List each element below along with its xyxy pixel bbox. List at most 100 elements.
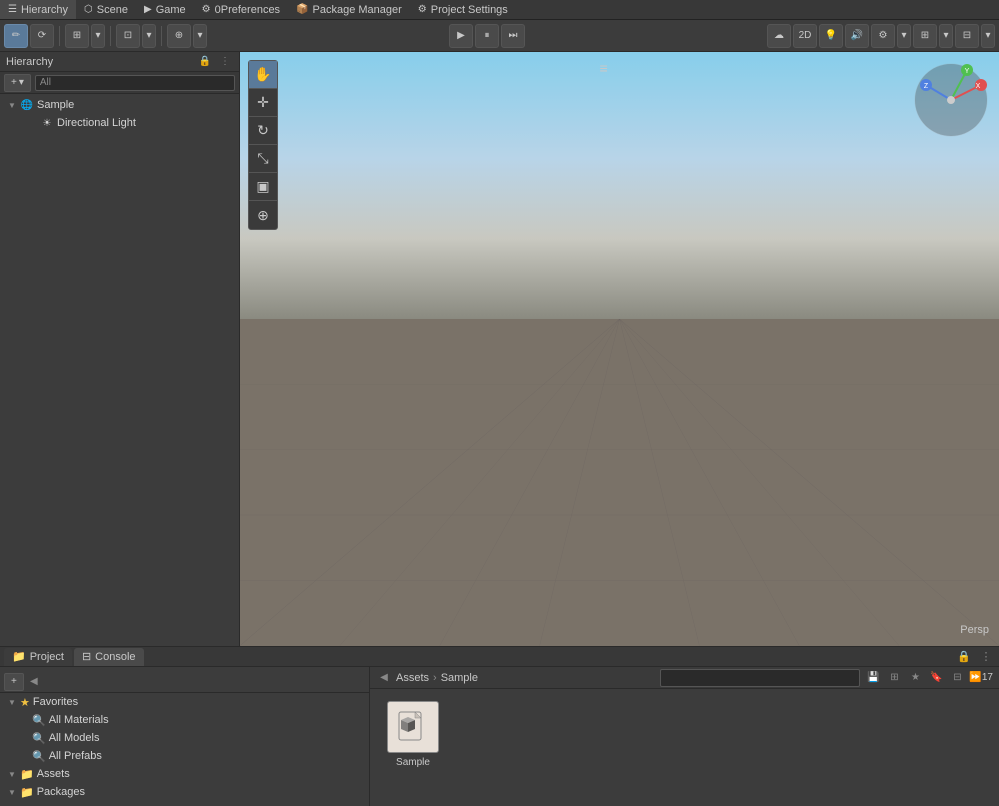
project-search-input[interactable] (660, 669, 860, 687)
proj-item-packages[interactable]: ▼ 📁 Packages (0, 783, 369, 801)
toolbar-2d-btn[interactable]: 2D (793, 24, 817, 48)
project-tab-icon: 📁 (12, 650, 26, 663)
project-sidebar-scroll: ▼ ★ Favorites 🔍 All Materials 🔍 All Mode… (0, 693, 369, 802)
menu-game[interactable]: ▶ Game (136, 0, 194, 19)
proj-bookmark-btn[interactable]: 🔖 (927, 669, 945, 687)
hierarchy-light-icon: ☀ (40, 116, 54, 130)
tool-transform-btn[interactable]: ⊕ (249, 201, 277, 229)
hierarchy-header: Hierarchy 🔒 ⋮ (0, 52, 239, 72)
proj-item-custom-nunit[interactable]: 📁 Custom NUnit (0, 801, 369, 802)
hierarchy-header-icons: 🔒 ⋮ (197, 54, 233, 70)
hierarchy-search[interactable]: All (35, 75, 235, 91)
toolbar-layers-drop-btn[interactable]: ▾ (939, 24, 953, 48)
tool-scale-btn[interactable]: ⤡ (249, 145, 277, 173)
toolbar-audio-btn[interactable]: 🔊 (845, 24, 869, 48)
main-toolbar: ✏ ⟳ ⊞ ▾ ⊡ ▾ ⊕ ▾ ▶ ⏸ ⏭ ☁ 2D 💡 🔊 ⚙ ▾ ⊞ ▾ ⊟… (0, 20, 999, 52)
toolbar-grid-btn[interactable]: ⊞ (65, 24, 89, 48)
toolbar-layout-btn[interactable]: ⊟ (955, 24, 979, 48)
hier-item-sample[interactable]: ▼ 🌐 Sample (0, 96, 239, 114)
toolbar-grid-drop-btn[interactable]: ▾ (91, 24, 105, 48)
proj-star-btn[interactable]: ★ (906, 669, 924, 687)
proj-slider-btn[interactable]: ⊟ (948, 669, 966, 687)
proj-count-badge: ⏩17 (969, 672, 993, 683)
project-lock-btn[interactable]: 🔒 (955, 648, 973, 666)
toolbar-gizmo-btn[interactable]: ⚙ (871, 24, 895, 48)
proj-item-all-models[interactable]: 🔍 All Models (0, 729, 369, 747)
hierarchy-content: ▼ 🌐 Sample ☀ Directional Light (0, 94, 239, 646)
main-area: Hierarchy 🔒 ⋮ + ▾ All ▼ 🌐 Sample ☀ (0, 52, 999, 646)
toolbar-pivot-drop-btn[interactable]: ▾ (193, 24, 207, 48)
scene-gizmo: X Y Z (911, 60, 991, 140)
scene-tools: ✋ ✛ ↻ ⤡ ▣ ⊕ (248, 60, 278, 230)
hierarchy-more-btn[interactable]: ⋮ (217, 54, 233, 70)
proj-save-btn[interactable]: 💾 (864, 669, 882, 687)
hierarchy-add-btn[interactable]: + ▾ (4, 74, 31, 92)
folder-icon-packages: 📁 (20, 786, 34, 799)
step-btn[interactable]: ⏭ (501, 24, 525, 48)
proj-arrow-packages: ▼ (8, 788, 20, 797)
project-right-icons: 💾 ⊞ ★ 🔖 ⊟ ⏩17 (864, 669, 993, 687)
package-icon: 📦 (296, 4, 308, 15)
hierarchy-icon: ☰ (8, 4, 17, 15)
hierarchy-tab-label[interactable]: Hierarchy (6, 56, 53, 68)
path-sample[interactable]: Sample (441, 672, 478, 684)
scene-hamburger-btn[interactable]: ≡ (600, 60, 608, 76)
scene-icon: ⬡ (84, 4, 93, 15)
tool-rect-btn[interactable]: ▣ (249, 173, 277, 201)
toolbar-light-btn[interactable]: 💡 (819, 24, 843, 48)
toolbar-gizmo-drop-btn[interactable]: ▾ (897, 24, 911, 48)
search-icon-materials: 🔍 (32, 714, 46, 727)
play-btn[interactable]: ▶ (449, 24, 473, 48)
tab-project[interactable]: 📁 Project (4, 648, 72, 666)
path-assets[interactable]: Assets (396, 672, 429, 684)
tool-move-btn[interactable]: ✛ (249, 89, 277, 117)
proj-layout-btn[interactable]: ⊞ (885, 669, 903, 687)
svg-text:X: X (976, 83, 981, 90)
proj-item-favorites[interactable]: ▼ ★ Favorites (0, 693, 369, 711)
toolbar-snap-drop-btn[interactable]: ▾ (142, 24, 156, 48)
path-separator: › (433, 672, 437, 684)
menu-package-manager[interactable]: 📦 Package Manager (288, 0, 410, 19)
project-path-bar: ◀ Assets › Sample 💾 ⊞ ★ 🔖 ⊟ ⏩17 (370, 667, 999, 689)
toolbar-layout-drop-btn[interactable]: ▾ (981, 24, 995, 48)
hierarchy-globe-icon: 🌐 (20, 98, 34, 112)
project-add-btn[interactable]: + (4, 673, 24, 691)
proj-item-all-materials[interactable]: 🔍 All Materials (0, 711, 369, 729)
menu-preferences[interactable]: ⚙ 0 Preferences (194, 0, 288, 19)
proj-arrow-favorites: ▼ (8, 698, 20, 707)
tool-rotate-btn[interactable]: ↻ (249, 117, 277, 145)
toolbar-collab-btn[interactable]: ☁ (767, 24, 791, 48)
star-icon: ★ (20, 696, 30, 709)
svg-text:Z: Z (924, 83, 929, 90)
toolbar-paint-btn[interactable]: ⟳ (30, 24, 54, 48)
toolbar-pivot-btn[interactable]: ⊕ (167, 24, 191, 48)
hierarchy-toolbar: + ▾ All (0, 72, 239, 94)
proj-item-assets[interactable]: ▼ 📁 Assets (0, 765, 369, 783)
project-more-btn[interactable]: ⋮ (977, 648, 995, 666)
scene-sky (240, 52, 999, 319)
bottom-area: 📁 Project ⊟ Console 🔒 ⋮ + ◀ ▼ (0, 646, 999, 806)
toolbar-snap-btn[interactable]: ⊡ (116, 24, 140, 48)
menu-project-settings[interactable]: ⚙ Project Settings (410, 0, 516, 19)
persp-label: Persp (960, 624, 989, 636)
tool-hand-btn[interactable]: ✋ (249, 61, 277, 89)
top-menu-bar: ☰ Hierarchy ⬡ Scene ▶ Game ⚙ 0 Preferenc… (0, 0, 999, 20)
project-sidebar-collapse-btn[interactable]: ◀ (26, 674, 42, 690)
project-item-icon-sample (387, 701, 439, 753)
bottom-tab-icons: 🔒 ⋮ (955, 648, 995, 666)
project-main: ◀ Assets › Sample 💾 ⊞ ★ 🔖 ⊟ ⏩17 (370, 667, 999, 806)
search-icon-prefabs: 🔍 (32, 750, 46, 763)
path-collapse-btn[interactable]: ◀ (376, 670, 392, 686)
scene-view[interactable]: ✋ ✛ ↻ ⤡ ▣ ⊕ ≡ X Y (240, 52, 999, 646)
svg-text:Y: Y (965, 68, 970, 75)
toolbar-pencil-btn[interactable]: ✏ (4, 24, 28, 48)
menu-scene[interactable]: ⬡ Scene (76, 0, 136, 19)
menu-hierarchy[interactable]: ☰ Hierarchy (0, 0, 76, 19)
hier-item-directional-light[interactable]: ☀ Directional Light (0, 114, 239, 132)
tab-console[interactable]: ⊟ Console (74, 648, 144, 666)
pause-btn[interactable]: ⏸ (475, 24, 499, 48)
toolbar-layers-btn[interactable]: ⊞ (913, 24, 937, 48)
project-item-sample[interactable]: Sample (378, 697, 448, 772)
proj-item-all-prefabs[interactable]: 🔍 All Prefabs (0, 747, 369, 765)
hierarchy-lock-btn[interactable]: 🔒 (197, 54, 213, 70)
